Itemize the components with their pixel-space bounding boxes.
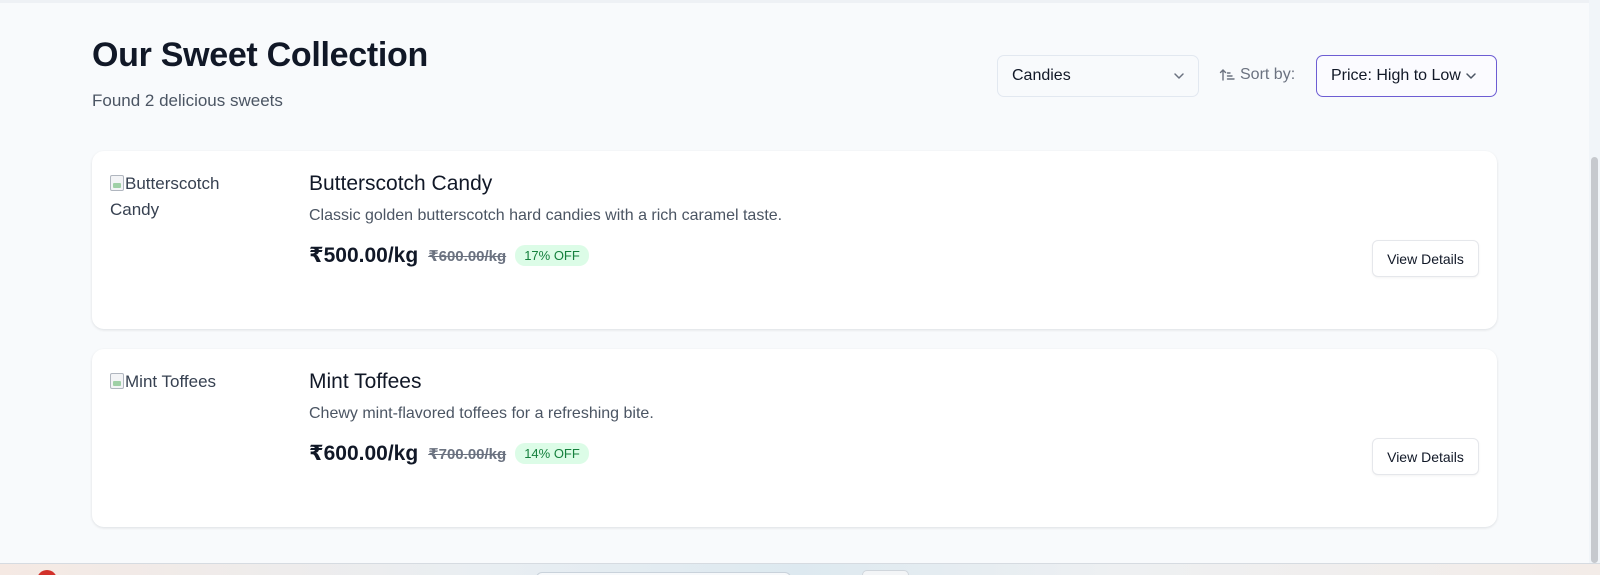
results-count: Found 2 delicious sweets xyxy=(92,91,283,110)
sort-label-text: Sort by: xyxy=(1240,66,1296,83)
sort-select-value: Price: High to Low xyxy=(1331,67,1461,84)
product-image: Mint Toffees xyxy=(110,369,260,439)
taskbar xyxy=(0,563,1600,575)
product-price: ₹500.00/kg xyxy=(309,244,419,267)
page-title: Our Sweet Collection xyxy=(92,36,428,74)
category-select-value: Candies xyxy=(1012,67,1071,84)
broken-image-icon xyxy=(110,175,124,191)
product-image-alt: Mint Toffees xyxy=(125,372,217,391)
scrollbar-thumb[interactable] xyxy=(1591,157,1598,563)
taskbar-app-button[interactable] xyxy=(862,570,909,575)
product-description: Chewy mint-flavored toffees for a refres… xyxy=(309,405,654,422)
original-price: ₹700.00/kg xyxy=(428,445,507,463)
product-price: ₹600.00/kg xyxy=(309,442,419,465)
view-details-button[interactable]: View Details xyxy=(1372,438,1479,475)
product-image: Butterscotch Candy xyxy=(110,171,260,241)
discount-badge: 17% OFF xyxy=(515,245,589,266)
category-select[interactable]: Candies xyxy=(997,55,1199,97)
product-name: Butterscotch Candy xyxy=(309,172,493,195)
chevron-down-icon xyxy=(1174,73,1184,79)
price-row: ₹600.00/kg ₹700.00/kg 14% OFF xyxy=(309,441,589,466)
product-name: Mint Toffees xyxy=(309,370,422,393)
product-image-alt: Butterscotch Candy xyxy=(110,174,220,219)
price-row: ₹500.00/kg ₹600.00/kg 17% OFF xyxy=(309,243,589,268)
product-description: Classic golden butterscotch hard candies… xyxy=(309,207,783,224)
discount-badge: 14% OFF xyxy=(515,443,589,464)
original-price: ₹600.00/kg xyxy=(428,247,507,265)
sort-select[interactable]: Price: High to Low xyxy=(1316,55,1497,97)
top-divider xyxy=(0,0,1600,3)
chevron-down-icon xyxy=(1464,69,1478,83)
broken-image-icon xyxy=(110,373,124,389)
product-card: Mint Toffees Mint Toffees Chewy mint-fla… xyxy=(92,349,1497,527)
product-card: Butterscotch Candy Butterscotch Candy Cl… xyxy=(92,151,1497,329)
sort-label: Sort by: xyxy=(1219,66,1295,84)
view-details-button[interactable]: View Details xyxy=(1372,240,1479,277)
sort-ascending-icon xyxy=(1219,69,1235,81)
